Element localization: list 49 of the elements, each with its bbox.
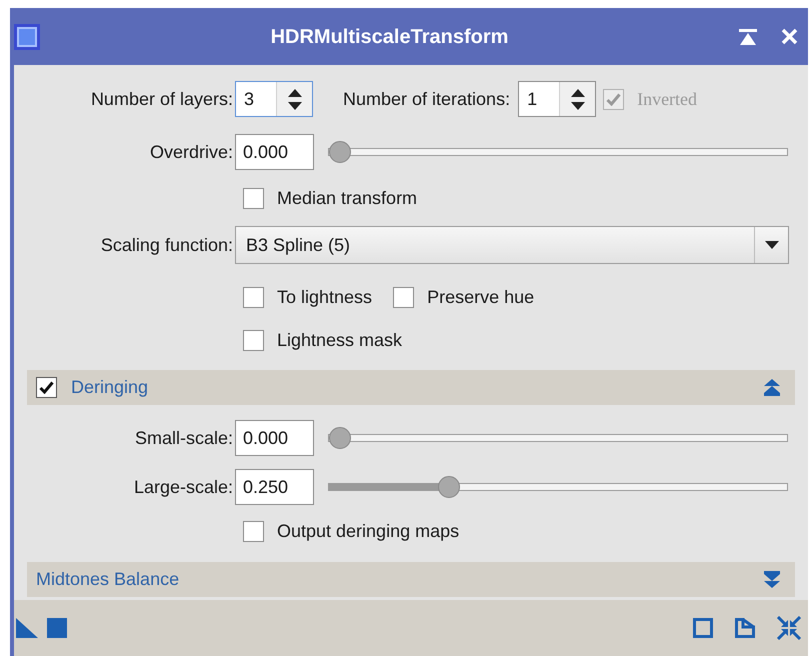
dropdown[interactable]: B3 Spline (5)	[235, 226, 789, 264]
checkbox-label: To lightness	[277, 286, 372, 309]
section-title: Midtones Balance	[36, 568, 180, 591]
window-title: HDRMultiscaleTransform	[270, 24, 510, 50]
checkbox-label: Lightness mask	[277, 328, 402, 352]
app-icon	[14, 24, 40, 50]
expand-icon[interactable]	[764, 571, 780, 588]
spin-box[interactable]: 3	[235, 81, 313, 117]
section-title: Deringing	[71, 376, 150, 399]
collapse-icon[interactable]	[764, 379, 780, 396]
slider[interactable]	[328, 476, 788, 498]
value-field[interactable]: 0.000	[235, 420, 314, 456]
document-icon[interactable]	[735, 618, 755, 638]
checkbox[interactable]	[393, 286, 414, 308]
field-label: Large-scale:	[132, 476, 234, 499]
field-label: Overdrive:	[148, 140, 234, 164]
checkbox-label: Median transform	[277, 186, 418, 210]
section-header[interactable]: Deringing	[27, 370, 795, 405]
slider[interactable]	[328, 427, 788, 449]
checkbox[interactable]	[36, 377, 57, 398]
dropdown-arrow-icon[interactable]	[764, 241, 778, 249]
down-arrow-icon[interactable]	[570, 102, 585, 110]
value-field[interactable]: 0.250	[235, 469, 314, 505]
pin-icon[interactable]	[739, 28, 757, 44]
checkbox-label: Preserve hue	[427, 286, 534, 308]
checkbox[interactable]	[243, 188, 264, 208]
shrink-icon[interactable]	[777, 616, 801, 640]
section-header[interactable]: Midtones Balance	[27, 562, 795, 597]
slider-thumb[interactable]	[329, 427, 351, 449]
up-arrow-icon[interactable]	[570, 88, 585, 96]
checkbox-label: Output deringing maps	[277, 520, 460, 543]
triangle-icon[interactable]	[16, 618, 38, 638]
close-icon[interactable]	[781, 28, 798, 45]
checkbox[interactable]	[243, 286, 264, 308]
field-label: Number of layers:	[90, 88, 234, 111]
slider-thumb[interactable]	[329, 141, 351, 163]
checkbox[interactable]	[243, 520, 264, 542]
spin-box[interactable]: 1	[518, 81, 596, 117]
value-field[interactable]: 0.000	[235, 134, 314, 170]
square-outline-icon[interactable]	[693, 618, 713, 638]
slider[interactable]	[328, 141, 788, 163]
field-label: Number of iterations:	[343, 88, 510, 110]
slider-thumb[interactable]	[438, 476, 460, 498]
up-arrow-icon[interactable]	[288, 88, 302, 96]
field-label: Scaling function:	[100, 234, 234, 257]
checkbox[interactable]	[243, 330, 264, 350]
down-arrow-icon[interactable]	[288, 102, 302, 110]
checkbox-label: Inverted	[637, 88, 698, 110]
field-label: Small-scale:	[134, 426, 234, 450]
